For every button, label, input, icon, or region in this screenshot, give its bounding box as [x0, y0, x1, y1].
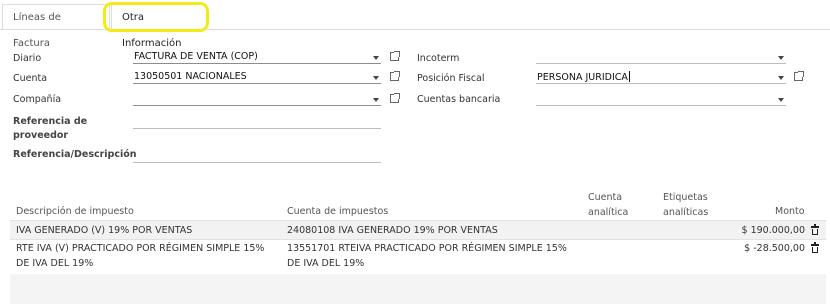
row-descripcion[interactable]: RTE IVA (V) PRACTICADO POR RÉGIMEN SIMPL…: [16, 241, 276, 271]
row-monto[interactable]: $ -28.500,00: [744, 241, 805, 256]
table-footer: [10, 274, 826, 304]
compania-label: Compañía: [13, 94, 62, 105]
row-divider: [10, 239, 826, 240]
referencia-proveedor-label: Referencia de proveedor: [13, 116, 88, 141]
chevron-down-icon[interactable]: [373, 56, 379, 60]
notebook-tabs: Líneas de Factura Otra Información: [0, 0, 830, 49]
compania-field[interactable]: [133, 92, 381, 106]
cuenta-label: Cuenta: [13, 73, 48, 84]
external-link-icon[interactable]: [794, 71, 804, 81]
text-cursor: [628, 71, 630, 82]
cuentas-bancaria-label: Cuentas bancaria: [417, 94, 501, 105]
diario-field[interactable]: FACTURA DE VENTA (COP): [133, 50, 381, 64]
referencia-proveedor-input[interactable]: [133, 115, 381, 129]
posicion-fiscal-field[interactable]: PERSONA JURIDICA: [536, 70, 786, 84]
row-descripcion[interactable]: IVA GENERADO (V) 19% POR VENTAS: [16, 223, 192, 238]
trash-icon[interactable]: [811, 242, 819, 253]
incoterm-field[interactable]: [536, 50, 786, 64]
chevron-down-icon[interactable]: [373, 98, 379, 102]
referencia-descripcion-input[interactable]: [133, 149, 381, 163]
tab-lineas-factura[interactable]: Líneas de Factura: [2, 4, 110, 49]
cuenta-field[interactable]: 13050501 NACIONALES: [133, 70, 381, 84]
incoterm-label: Incoterm: [417, 53, 460, 64]
row-cuenta[interactable]: 24080108 IVA GENERADO 19% POR VENTAS: [287, 223, 498, 238]
row-monto[interactable]: $ 190.000,00: [742, 223, 805, 238]
diario-label: Diario: [13, 53, 42, 64]
col-header-monto[interactable]: Monto: [775, 206, 805, 217]
external-link-icon[interactable]: [390, 51, 400, 61]
chevron-down-icon[interactable]: [778, 56, 784, 60]
trash-icon[interactable]: [811, 224, 819, 235]
cuentas-bancaria-field[interactable]: [536, 92, 786, 106]
chevron-down-icon[interactable]: [778, 76, 784, 80]
tab-otra-informacion[interactable]: Otra Información: [111, 4, 207, 49]
col-header-descripcion[interactable]: Descripción de impuesto: [16, 206, 134, 217]
external-link-icon[interactable]: [390, 93, 400, 103]
posicion-fiscal-value: PERSONA JURIDICA: [537, 71, 630, 84]
posicion-fiscal-text: PERSONA JURIDICA: [537, 72, 628, 83]
cuenta-value: 13050501 NACIONALES: [134, 71, 247, 82]
diario-value: FACTURA DE VENTA (COP): [134, 51, 258, 62]
posicion-fiscal-label: Posición Fiscal: [417, 73, 485, 84]
external-link-icon[interactable]: [390, 71, 400, 81]
col-header-cuenta[interactable]: Cuenta de impuestos: [287, 206, 388, 217]
col-header-cuenta-analitica[interactable]: Cuenta analítica: [588, 190, 630, 220]
row-cuenta[interactable]: 13551701 RTEIVA PRACTICADO POR RÉGIMEN S…: [287, 241, 582, 271]
chevron-down-icon[interactable]: [778, 98, 784, 102]
col-header-etiquetas-analiticas[interactable]: Etiquetas analíticas: [663, 190, 713, 220]
chevron-down-icon[interactable]: [373, 76, 379, 80]
referencia-descripcion-label: Referencia/Descripción: [13, 149, 137, 160]
